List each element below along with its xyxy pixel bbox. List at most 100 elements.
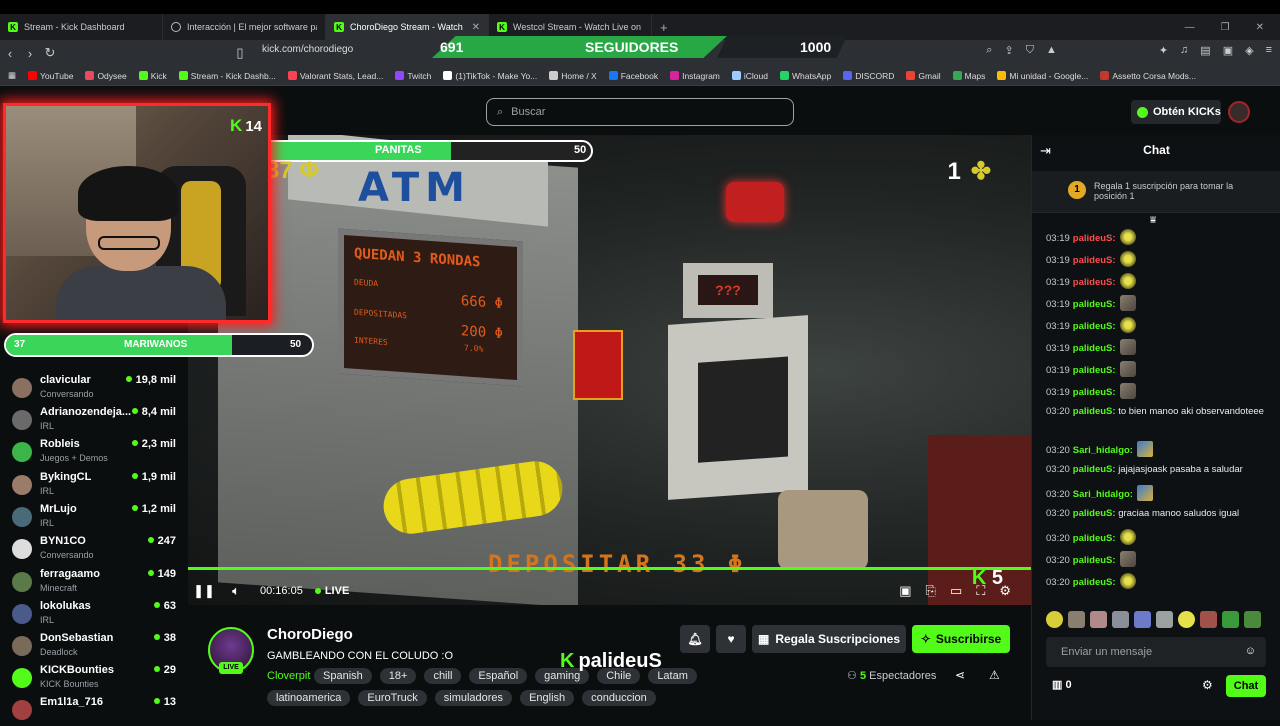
bookmark-item[interactable]: Gmail: [906, 71, 941, 81]
fullscreen-icon[interactable]: ⛶: [976, 583, 985, 599]
chat-username[interactable]: palideuS:: [1073, 508, 1116, 519]
new-tab-icon[interactable]: +: [652, 20, 676, 35]
sidebar-channel[interactable]: lokolukas IRL 63: [12, 598, 182, 630]
bookmark-item[interactable]: Stream - Kick Dashb...: [178, 71, 276, 81]
emote-icon[interactable]: [1112, 611, 1129, 628]
bookmark-item[interactable]: iCloud: [731, 71, 768, 81]
alert-icon[interactable]: ▲: [1046, 44, 1057, 57]
channel-points[interactable]: ▥ 0: [1052, 678, 1072, 691]
bookmark-item[interactable]: Odysee: [85, 71, 127, 81]
vpn-icon[interactable]: ◈: [1245, 44, 1253, 57]
bookmark-item[interactable]: Instagram: [670, 71, 720, 81]
bookmark-item[interactable]: DISCORD: [843, 71, 894, 81]
browser-tab[interactable]: Interacción | El mejor software para: [163, 14, 326, 40]
report-icon[interactable]: ⚠: [989, 668, 1000, 682]
mini-player-icon[interactable]: ▣: [899, 583, 911, 599]
minimize-icon[interactable]: —: [1185, 22, 1195, 33]
chat-settings-icon[interactable]: ⚙: [1202, 678, 1213, 692]
user-avatar[interactable]: [1228, 101, 1250, 123]
sidebar-channel[interactable]: DonSebastian Deadlock 38: [12, 630, 182, 662]
zoom-icon[interactable]: ⌕: [986, 44, 992, 57]
stream-category-link[interactable]: Cloverpit: [267, 670, 310, 682]
follow-button[interactable]: ♥: [716, 625, 746, 653]
tag[interactable]: 18+: [379, 668, 417, 684]
chat-username[interactable]: Sari_hidalgo:: [1073, 489, 1133, 500]
chat-username[interactable]: palideuS:: [1073, 255, 1116, 266]
maximize-icon[interactable]: ❐: [1221, 22, 1230, 33]
tag[interactable]: Spanish: [314, 668, 372, 684]
url-field[interactable]: kick.com/chorodiego: [262, 44, 353, 55]
emote-icon[interactable]: [1222, 611, 1239, 628]
chat-username[interactable]: palideuS:: [1073, 533, 1116, 544]
tag[interactable]: conduccion: [582, 690, 656, 706]
sidebar-icon[interactable]: ▤: [1200, 44, 1210, 57]
back-icon[interactable]: ‹: [0, 46, 20, 61]
video-progress-bar[interactable]: [188, 567, 1031, 570]
pause-icon[interactable]: ❚❚: [188, 583, 220, 599]
sidebar-channel[interactable]: ferragaamo Minecraft 149: [12, 566, 182, 598]
chat-username[interactable]: palideuS:: [1073, 577, 1116, 588]
share-icon[interactable]: ⋖: [955, 668, 965, 682]
bookmark-item[interactable]: Maps: [952, 71, 985, 81]
chat-username[interactable]: palideuS:: [1073, 343, 1116, 354]
get-kicks-button[interactable]: Obtén KICKs: [1131, 100, 1221, 124]
streamer-name[interactable]: ChoroDiego: [267, 626, 353, 643]
sidebar-channel[interactable]: Adrianozendeja... IRL 8,4 mil: [12, 404, 182, 436]
theater-mode-icon[interactable]: ▭: [950, 583, 962, 599]
sidebar-channel[interactable]: clavicular Conversando 19,8 mil: [12, 372, 182, 404]
chat-username[interactable]: palideuS:: [1073, 464, 1116, 475]
apps-icon[interactable]: ▦: [8, 70, 16, 81]
chat-username[interactable]: Sari_hidalgo:: [1073, 445, 1133, 456]
emote-icon[interactable]: [1156, 611, 1173, 628]
notifications-button[interactable]: 🔔︎: [680, 625, 710, 653]
chat-username[interactable]: palideuS:: [1073, 406, 1116, 417]
bookmark-item[interactable]: Twitch: [395, 71, 431, 81]
bookmark-item[interactable]: Kick: [138, 71, 167, 81]
bookmark-item[interactable]: (1)TikTok - Make Yo...: [443, 71, 537, 81]
search-input[interactable]: ⌕ Buscar: [486, 98, 794, 126]
chat-username[interactable]: palideuS:: [1073, 555, 1116, 566]
tag[interactable]: EuroTruck: [358, 690, 427, 706]
tag[interactable]: Español: [469, 668, 528, 684]
chat-message-input[interactable]: Enviar un mensaje ☺: [1046, 637, 1266, 667]
subscribe-button[interactable]: ✧ Suscribirse: [912, 625, 1010, 653]
bookmark-item[interactable]: YouTube: [28, 71, 73, 81]
emote-icon[interactable]: [1046, 611, 1063, 628]
tag[interactable]: simuladores: [434, 690, 513, 706]
clip-icon[interactable]: ⎘: [926, 583, 936, 599]
reload-icon[interactable]: ↻: [40, 45, 60, 61]
bookmark-icon[interactable]: ▯: [230, 45, 250, 61]
chat-username[interactable]: palideuS:: [1073, 365, 1116, 376]
emote-icon[interactable]: [1068, 611, 1085, 628]
emote-icon[interactable]: [1244, 611, 1261, 628]
gift-leaderboard-banner[interactable]: 1 Regala 1 suscripción para tomar la pos…: [1032, 171, 1280, 213]
emote-icon[interactable]: [1178, 611, 1195, 628]
emote-icon[interactable]: [1090, 611, 1107, 628]
bookmark-item[interactable]: Valorant Stats, Lead...: [287, 71, 383, 81]
share-icon[interactable]: ⇪: [1004, 44, 1013, 57]
close-window-icon[interactable]: ✕: [1256, 22, 1264, 33]
shield-icon[interactable]: ⛉: [1026, 44, 1034, 57]
tag[interactable]: latinoamerica: [267, 690, 351, 706]
volume-icon[interactable]: 🔈︎: [220, 583, 252, 599]
sidebar-channel[interactable]: KICKBounties KICK Bounties 29: [12, 662, 182, 694]
sidebar-channel[interactable]: BykingCL IRL 1,9 mil: [12, 469, 182, 501]
chat-username[interactable]: palideuS:: [1073, 299, 1116, 310]
wallet-icon[interactable]: ▣: [1223, 44, 1233, 57]
bookmark-item[interactable]: Assetto Corsa Mods...: [1100, 71, 1196, 81]
menu-icon[interactable]: ≡: [1266, 44, 1272, 57]
bookmark-item[interactable]: WhatsApp: [779, 71, 831, 81]
tag[interactable]: English: [520, 690, 575, 706]
browser-tab[interactable]: K Stream - Kick Dashboard: [0, 14, 163, 40]
bookmark-item[interactable]: Home / X: [549, 71, 597, 81]
chat-username[interactable]: palideuS:: [1073, 277, 1116, 288]
sidebar-channel[interactable]: Robleis Juegos + Demos 2,3 mil: [12, 436, 182, 468]
settings-icon[interactable]: ⚙: [999, 583, 1011, 599]
chat-username[interactable]: palideuS:: [1073, 387, 1116, 398]
gift-subs-button[interactable]: ▦ Regala Suscripciones: [752, 625, 906, 653]
sidebar-channel[interactable]: MrLujo IRL 1,2 mil: [12, 501, 182, 533]
forward-icon[interactable]: ›: [20, 46, 40, 61]
close-tab-icon[interactable]: ✕: [472, 22, 480, 33]
music-icon[interactable]: ♫: [1180, 44, 1188, 57]
chat-username[interactable]: palideuS:: [1073, 233, 1116, 244]
